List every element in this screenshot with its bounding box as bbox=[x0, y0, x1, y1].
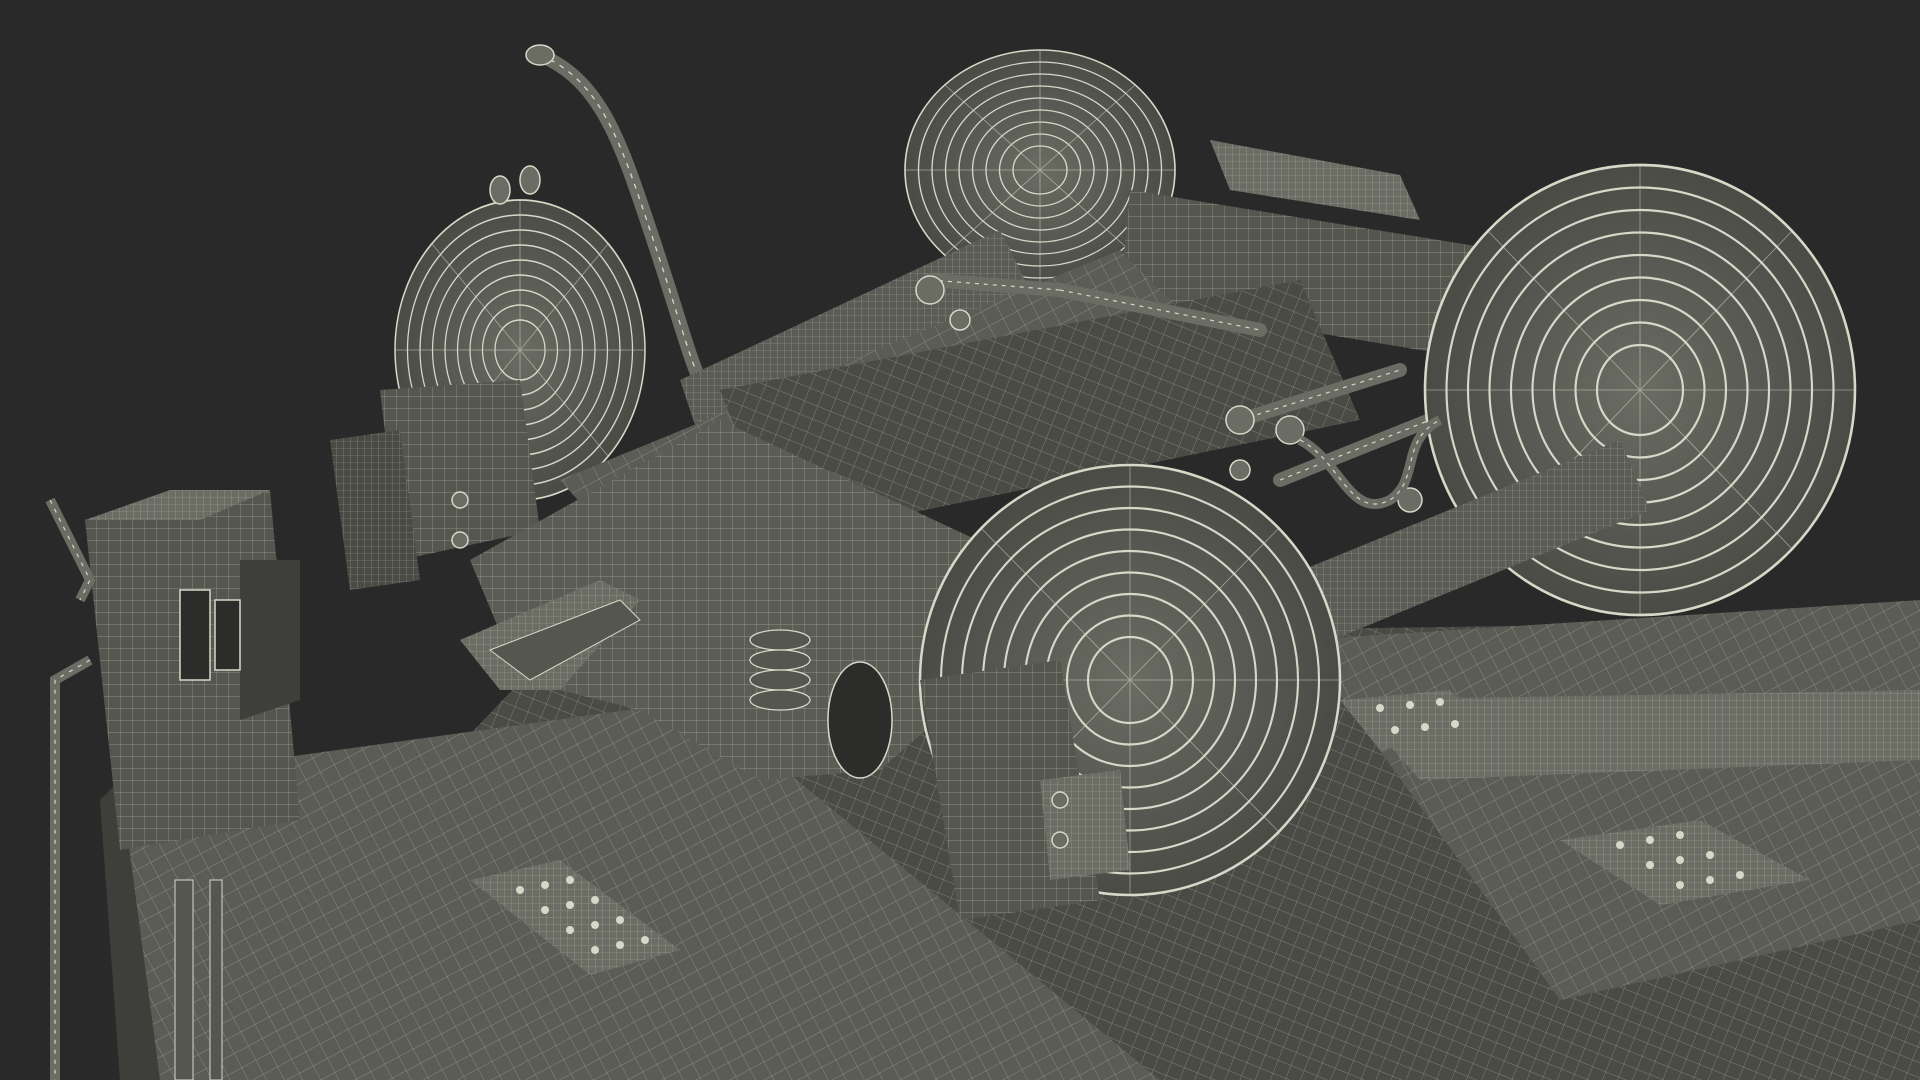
left-stand bbox=[85, 490, 300, 850]
brake-lever bbox=[489, 165, 541, 205]
left-handle bbox=[45, 497, 96, 603]
support-leg-1 bbox=[174, 879, 194, 1080]
render-viewport bbox=[0, 0, 1920, 1080]
support-leg-2 bbox=[209, 879, 223, 1080]
left-pipe bbox=[50, 655, 93, 1080]
bogie-wireframe-render bbox=[45, 44, 1920, 1080]
